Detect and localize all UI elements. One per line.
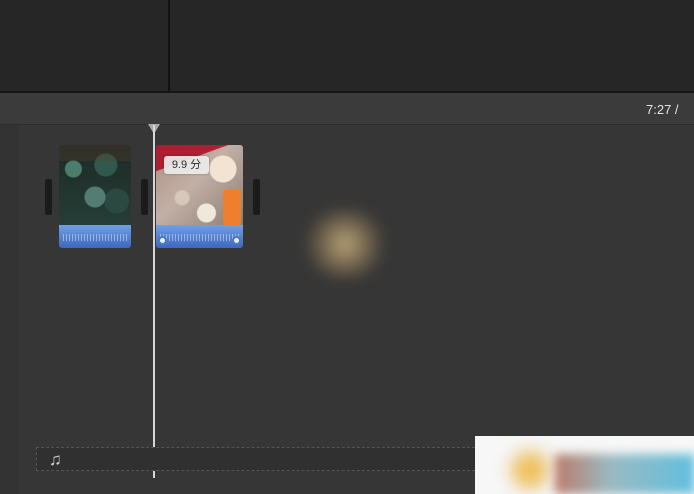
clip-audio-waveform[interactable] <box>156 225 243 248</box>
viewer-area <box>0 0 694 93</box>
waveform-lines <box>63 234 127 241</box>
audio-fade-left-handle[interactable] <box>158 236 167 245</box>
music-lane[interactable]: ♫ <box>36 447 475 471</box>
timecode-bar: 7:27 / <box>0 93 694 125</box>
playhead-line[interactable] <box>153 125 155 478</box>
music-note-icon: ♫ <box>49 450 62 469</box>
viewer-divider[interactable] <box>168 0 170 92</box>
corner-overlay <box>475 436 694 494</box>
background-blur <box>299 210 391 278</box>
clip-badge: 9.9 分 <box>164 156 209 174</box>
viewer-left-panel <box>0 0 168 92</box>
audio-fade-right-handle[interactable] <box>232 236 241 245</box>
clip-trim-handle-left[interactable] <box>141 179 148 215</box>
clip-trim-handle-left[interactable] <box>45 179 52 215</box>
timecode-display: 7:27 / <box>646 102 679 117</box>
clip-thumbnail <box>59 145 131 225</box>
video-clip[interactable]: 9.9 分 <box>156 145 243 248</box>
timeline-left-edge <box>0 125 18 494</box>
clip-audio-waveform[interactable] <box>59 225 131 248</box>
video-clip[interactable] <box>59 145 131 248</box>
waveform-lines <box>160 234 239 241</box>
clip-trim-handle-right[interactable] <box>253 179 260 215</box>
